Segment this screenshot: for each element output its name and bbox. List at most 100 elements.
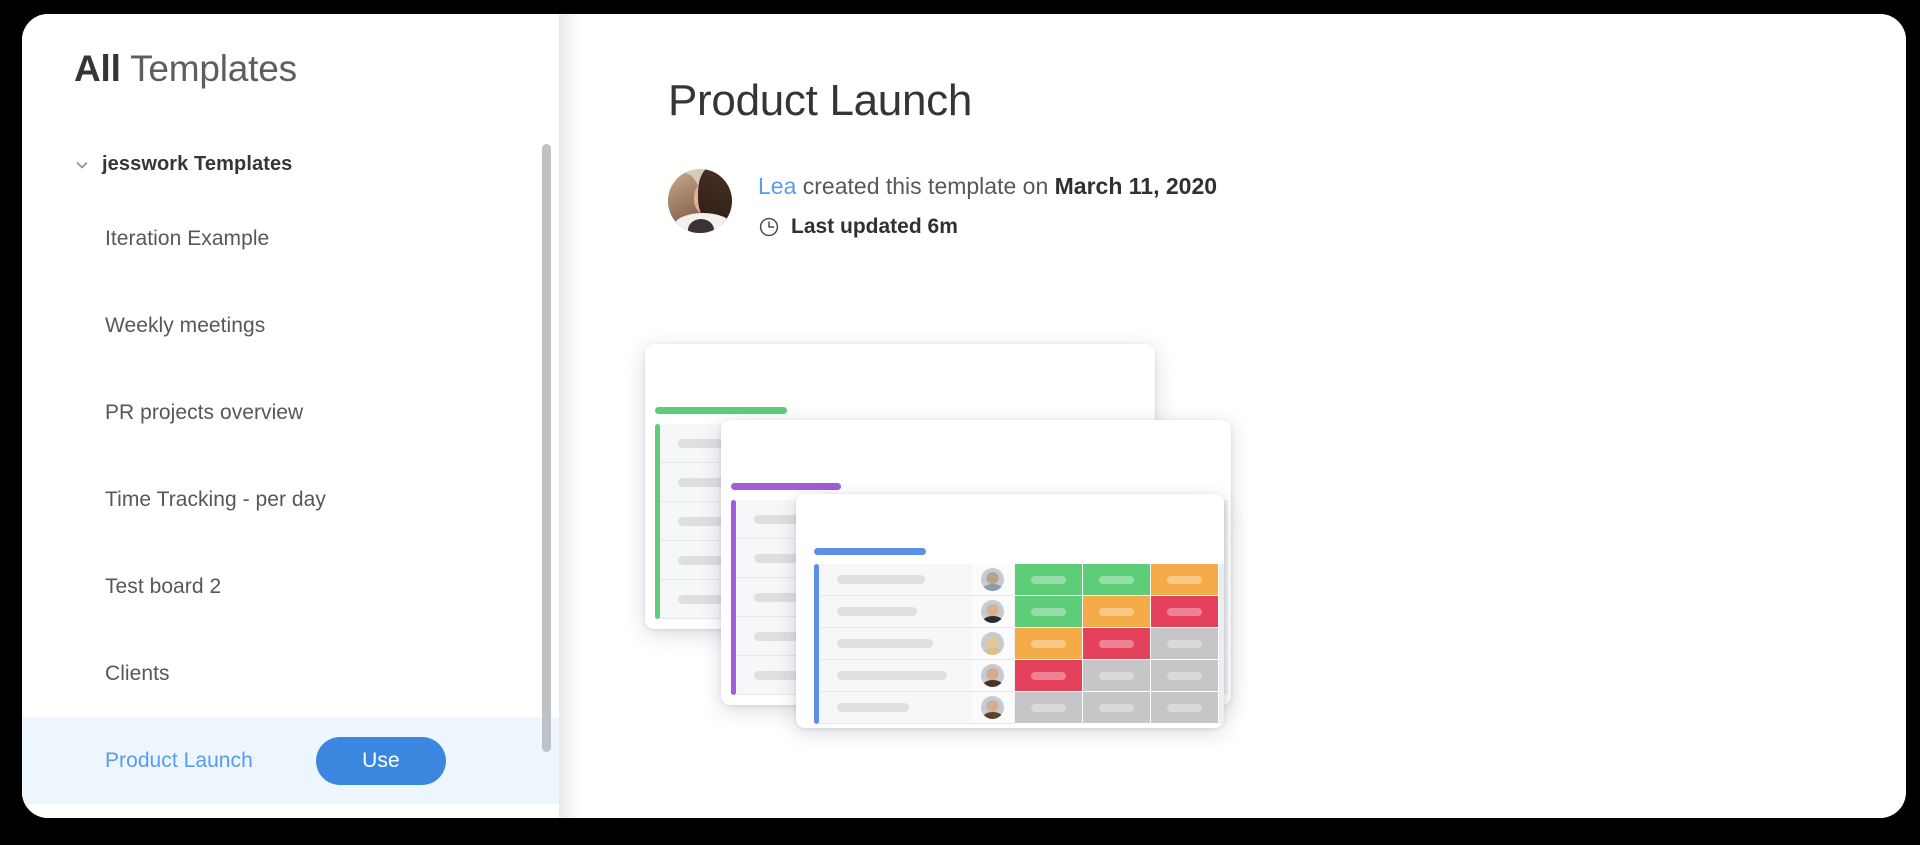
sidebar-item-label: PR projects overview xyxy=(105,400,304,424)
template-list: Iteration Example Weekly meetings PR pro… xyxy=(22,195,559,804)
byline-middle-text: created this template on xyxy=(796,173,1055,199)
sidebar-item-pr-projects-overview[interactable]: PR projects overview xyxy=(22,369,559,456)
byline-author-link[interactable]: Lea xyxy=(758,173,796,199)
board-cell-status xyxy=(1151,628,1219,660)
status-pill xyxy=(1099,671,1134,680)
sidebar-item-label: Product Launch xyxy=(105,748,253,772)
board-cell-status xyxy=(1083,660,1151,692)
board-cell-status xyxy=(1151,692,1219,724)
board-row[interactable] xyxy=(819,564,1224,596)
board-cell-status xyxy=(1083,692,1151,724)
board-cell-empty xyxy=(1219,564,1224,596)
placeholder-text-bar xyxy=(837,607,917,616)
template-title: Product Launch xyxy=(668,76,973,125)
status-pill xyxy=(1099,575,1134,584)
byline-created-line: Lea created this template on March 11, 2… xyxy=(758,172,1217,201)
board-cell-empty xyxy=(1219,628,1224,660)
byline-date: March 11, 2020 xyxy=(1054,173,1218,199)
board-cell-status xyxy=(1015,628,1083,660)
sidebar-item-weekly-meetings[interactable]: Weekly meetings xyxy=(22,282,559,369)
sidebar-item-label: Time Tracking - per day xyxy=(105,487,326,511)
template-detail-panel: Product Launch Lea created this template… xyxy=(559,14,1906,818)
page-title-strong: All xyxy=(74,48,121,89)
status-pill xyxy=(1167,575,1202,584)
board-accent-bar xyxy=(814,548,926,555)
board-cell-person xyxy=(971,692,1015,724)
board-cell-name xyxy=(819,596,971,628)
last-updated-line: Last updated 6m xyxy=(758,215,1217,239)
board-cell-person xyxy=(971,628,1015,660)
board-card-front[interactable] xyxy=(796,494,1224,728)
status-pill xyxy=(1099,703,1134,712)
person-avatar xyxy=(981,600,1004,623)
placeholder-text-bar xyxy=(837,671,947,680)
board-cell-empty xyxy=(1219,596,1224,628)
clock-icon xyxy=(759,217,779,236)
sidebar-scroll-area[interactable]: jesswork Templates Iteration Example Wee… xyxy=(22,122,559,818)
board-cell-empty xyxy=(1219,660,1224,692)
status-pill xyxy=(1031,607,1066,616)
use-template-button[interactable]: Use xyxy=(316,736,446,785)
board-cell-status xyxy=(1015,660,1083,692)
board-accent-bar xyxy=(655,407,787,414)
status-pill xyxy=(1099,639,1134,648)
status-pill xyxy=(1167,607,1202,616)
placeholder-text-bar xyxy=(837,639,933,648)
board-row[interactable] xyxy=(819,660,1224,692)
board-cell-status xyxy=(1151,596,1219,628)
app-window: All Templates jesswork Templates Iterati… xyxy=(22,14,1906,818)
sidebar-item-test-board-2[interactable]: Test board 2 xyxy=(22,543,559,630)
sidebar-item-label: Clients xyxy=(105,661,170,685)
last-updated-text: Last updated 6m xyxy=(791,214,958,238)
board-row[interactable] xyxy=(819,628,1224,660)
sidebar-item-product-launch[interactable]: Product Launch Use xyxy=(22,717,559,804)
sidebar-item-time-tracking-per-day[interactable]: Time Tracking - per day xyxy=(22,456,559,543)
sidebar-item-label: Iteration Example xyxy=(105,226,270,250)
sidebar-item-iteration-example[interactable]: Iteration Example xyxy=(22,195,559,282)
board-cell-name xyxy=(819,692,971,724)
templates-sidebar: All Templates jesswork Templates Iterati… xyxy=(22,14,559,818)
board-cell-name xyxy=(819,564,971,596)
board-row[interactable] xyxy=(819,692,1224,724)
board-cell-status xyxy=(1083,596,1151,628)
page-title: All Templates xyxy=(74,48,297,90)
board-cell-status xyxy=(1015,564,1083,596)
status-pill xyxy=(1167,703,1202,712)
sidebar-item-label: Test board 2 xyxy=(105,574,222,598)
person-avatar xyxy=(981,568,1004,591)
board-cell-person xyxy=(971,596,1015,628)
board-cell-person xyxy=(971,564,1015,596)
status-pill xyxy=(1031,639,1066,648)
byline: Lea created this template on March 11, 2… xyxy=(668,169,1217,239)
status-pill xyxy=(1031,703,1066,712)
board-cell-status xyxy=(1015,692,1083,724)
person-avatar xyxy=(981,632,1004,655)
chevron-down-icon xyxy=(76,161,88,168)
avatar xyxy=(668,169,732,233)
sidebar-scrollbar-thumb[interactable] xyxy=(542,144,551,752)
sidebar-group-label: jesswork Templates xyxy=(102,153,293,175)
person-avatar xyxy=(981,664,1004,687)
board-accent-bar xyxy=(731,483,841,490)
board-cell-name xyxy=(819,660,971,692)
board-cell-name xyxy=(819,628,971,660)
board-cell-status xyxy=(1083,564,1151,596)
status-pill xyxy=(1031,671,1066,680)
board-grid xyxy=(814,564,1224,724)
board-cell-person xyxy=(971,660,1015,692)
placeholder-text-bar xyxy=(837,703,909,712)
board-cell-status xyxy=(1151,660,1219,692)
board-cell-status xyxy=(1015,596,1083,628)
placeholder-text-bar xyxy=(837,575,925,584)
person-avatar xyxy=(981,696,1004,719)
sidebar-item-clients[interactable]: Clients xyxy=(22,630,559,717)
board-cell-status xyxy=(1083,628,1151,660)
board-cell-status xyxy=(1151,564,1219,596)
sidebar-group-jesswork-templates[interactable]: jesswork Templates xyxy=(74,153,292,176)
sidebar-item-label: Weekly meetings xyxy=(105,313,266,337)
status-pill xyxy=(1031,575,1066,584)
template-preview-stack xyxy=(559,14,1906,818)
page-title-rest: Templates xyxy=(120,48,297,89)
status-pill xyxy=(1167,671,1202,680)
board-row[interactable] xyxy=(819,596,1224,628)
